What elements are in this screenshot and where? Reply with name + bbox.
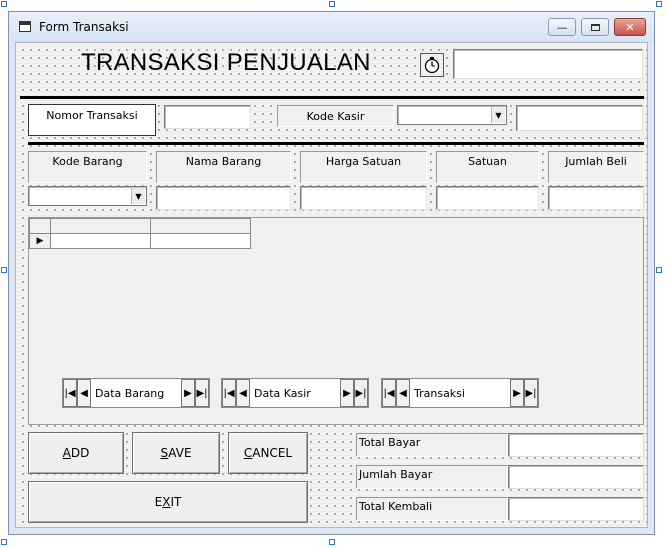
datagrid-column-header[interactable] bbox=[50, 218, 151, 234]
resize-handle-bottom-left[interactable] bbox=[1, 539, 7, 545]
resize-handle-right-mid[interactable] bbox=[656, 267, 662, 273]
row-selector-arrow-icon[interactable]: ▶ bbox=[29, 233, 51, 249]
nomor-transaksi-input[interactable] bbox=[164, 105, 251, 129]
cancel-button-label: CANCEL bbox=[243, 446, 293, 460]
datetime-field[interactable] bbox=[453, 49, 643, 79]
satuan-input[interactable] bbox=[436, 186, 539, 210]
last-record-icon[interactable]: ▶| bbox=[354, 379, 368, 407]
total-bayar-label: Total Bayar bbox=[356, 433, 508, 457]
table-cell[interactable] bbox=[150, 233, 251, 249]
save-button[interactable]: SAVE bbox=[132, 432, 220, 474]
adodc-caption: Data Barang bbox=[91, 379, 181, 407]
datagrid-corner-cell bbox=[29, 218, 51, 234]
chevron-down-icon[interactable]: ▼ bbox=[131, 188, 145, 204]
chevron-down-icon[interactable]: ▼ bbox=[491, 107, 505, 123]
datagrid-header-row bbox=[29, 218, 251, 234]
maximize-icon bbox=[590, 23, 600, 31]
save-button-label: SAVE bbox=[160, 446, 192, 460]
datagrid-column-header[interactable] bbox=[150, 218, 251, 234]
harga-satuan-label: Harga Satuan bbox=[300, 151, 427, 183]
window-title: Form Transaksi bbox=[39, 20, 129, 34]
resize-handle-bottom-mid[interactable] bbox=[329, 539, 335, 545]
exit-button-label: EXIT bbox=[154, 495, 182, 509]
prev-record-icon[interactable]: ◀ bbox=[236, 379, 250, 407]
last-record-icon[interactable]: ▶| bbox=[524, 379, 538, 407]
minimize-button[interactable]: — bbox=[548, 18, 576, 36]
page-title: TRANSAKSI PENJUALAN bbox=[81, 49, 371, 76]
table-cell[interactable] bbox=[50, 233, 151, 249]
first-record-icon[interactable]: |◀ bbox=[63, 379, 77, 407]
resize-handle-left-mid[interactable] bbox=[1, 267, 7, 273]
adodc-data-barang: |◀ ◀ Data Barang ▶ ▶| bbox=[62, 378, 210, 408]
maximize-button[interactable] bbox=[581, 18, 609, 36]
total-bayar-input[interactable] bbox=[508, 433, 644, 457]
adodc-transaksi: |◀ ◀ Transaksi ▶ ▶| bbox=[381, 378, 539, 408]
jumlah-beli-input[interactable] bbox=[548, 186, 644, 210]
kode-kasir-label: Kode Kasir bbox=[277, 105, 394, 127]
total-kembali-input[interactable] bbox=[508, 497, 644, 521]
kode-barang-label: Kode Barang bbox=[28, 151, 147, 183]
adodc-caption: Data Kasir bbox=[250, 379, 340, 407]
close-button[interactable]: ✕ bbox=[614, 18, 646, 36]
divider-top bbox=[20, 96, 644, 99]
total-kembali-label: Total Kembali bbox=[356, 497, 508, 521]
form-window: Form Transaksi — ✕ TRANSAKSI PENJUALAN N… bbox=[8, 11, 655, 535]
datagrid[interactable]: ▶ bbox=[29, 218, 251, 249]
prev-record-icon[interactable]: ◀ bbox=[77, 379, 91, 407]
jumlah-bayar-label: Jumlah Bayar bbox=[356, 465, 508, 489]
add-button-label: ADD bbox=[62, 446, 90, 460]
resize-handle-top-left[interactable] bbox=[1, 1, 7, 7]
adodc-data-kasir: |◀ ◀ Data Kasir ▶ ▶| bbox=[221, 378, 369, 408]
cancel-button[interactable]: CANCEL bbox=[228, 432, 308, 474]
last-record-icon[interactable]: ▶| bbox=[195, 379, 209, 407]
nama-kasir-input[interactable] bbox=[516, 105, 643, 131]
timer-control bbox=[420, 53, 444, 77]
close-icon: ✕ bbox=[625, 20, 635, 34]
harga-satuan-input[interactable] bbox=[300, 186, 427, 210]
form-icon bbox=[19, 21, 31, 32]
divider-middle bbox=[28, 142, 644, 145]
jumlah-bayar-input[interactable] bbox=[508, 465, 644, 489]
form-client-area: TRANSAKSI PENJUALAN Nomor Transaksi Kode… bbox=[15, 42, 648, 528]
next-record-icon[interactable]: ▶ bbox=[340, 379, 354, 407]
kode-barang-combo[interactable]: ▼ bbox=[28, 186, 147, 206]
table-row[interactable]: ▶ bbox=[29, 233, 251, 249]
nama-barang-label: Nama Barang bbox=[156, 151, 291, 183]
stopwatch-icon bbox=[424, 57, 440, 74]
next-record-icon[interactable]: ▶ bbox=[181, 379, 195, 407]
first-record-icon[interactable]: |◀ bbox=[222, 379, 236, 407]
satuan-label: Satuan bbox=[436, 151, 539, 183]
nama-barang-input[interactable] bbox=[156, 186, 291, 210]
add-button[interactable]: ADD bbox=[28, 432, 124, 474]
exit-button[interactable]: EXIT bbox=[28, 481, 308, 523]
prev-record-icon[interactable]: ◀ bbox=[396, 379, 410, 407]
datagrid-panel: ▶ |◀ ◀ Data Barang ▶ ▶| |◀ ◀ Data Kasir … bbox=[28, 217, 644, 425]
kode-kasir-combo[interactable]: ▼ bbox=[397, 105, 507, 125]
nomor-transaksi-label: Nomor Transaksi bbox=[28, 104, 156, 136]
first-record-icon[interactable]: |◀ bbox=[382, 379, 396, 407]
minimize-icon: — bbox=[556, 20, 568, 34]
resize-handle-top-right[interactable] bbox=[656, 1, 662, 7]
next-record-icon[interactable]: ▶ bbox=[510, 379, 524, 407]
resize-handle-top-mid[interactable] bbox=[329, 1, 335, 7]
adodc-caption: Transaksi bbox=[410, 379, 510, 407]
title-bar[interactable]: Form Transaksi — ✕ bbox=[9, 12, 654, 42]
jumlah-beli-label: Jumlah Beli bbox=[548, 151, 644, 183]
